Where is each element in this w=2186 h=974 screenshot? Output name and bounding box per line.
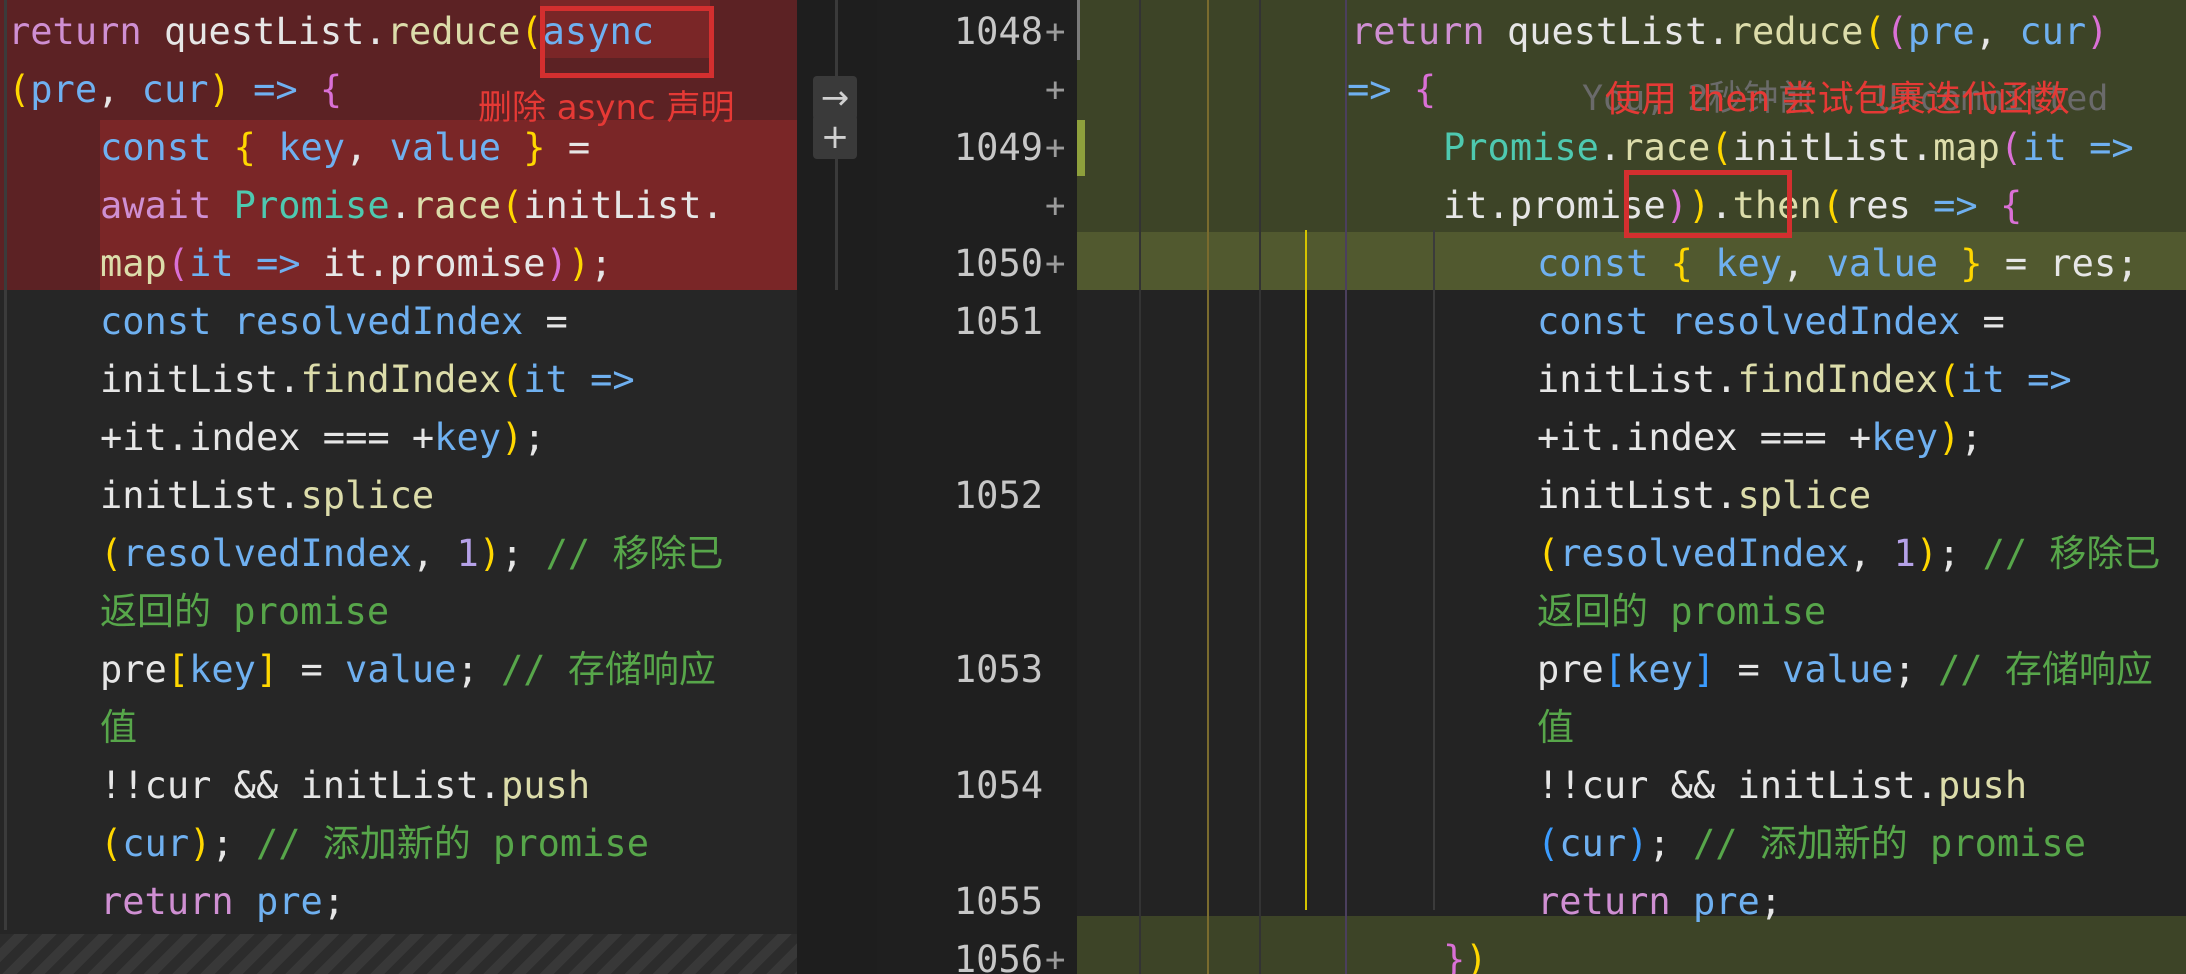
- indent-guide: [4, 0, 7, 930]
- right-code-editor[interactable]: return questList.reduce((pre, cur) => { …: [1077, 0, 2186, 974]
- empty-region-hatch: [0, 934, 797, 974]
- line-number: [877, 177, 1043, 235]
- line-number-gutter: 1048 + +1049 + +1050 +1051 1052 1053 1054 1055 105…: [877, 0, 1077, 974]
- code-line: !!cur && initList.push: [1537, 764, 2028, 807]
- annotation-remove-async: 删除 async 声明: [478, 88, 735, 128]
- code-line: 返回的 promise: [1537, 590, 1827, 633]
- added-line-marker: [1045, 467, 1075, 525]
- indent-guide-active: [1305, 230, 1307, 910]
- added-line-marker: [1045, 525, 1075, 583]
- added-line-marker: +: [1045, 12, 1066, 52]
- indent-guide: [1139, 0, 1141, 974]
- indent-guide: [1345, 0, 1347, 974]
- added-line-marker: [1045, 815, 1075, 873]
- line-number: [877, 583, 1043, 641]
- line-number: [877, 61, 1043, 119]
- code-line: initList.findIndex(it =>: [100, 358, 635, 401]
- insert-plus-icon[interactable]: +: [813, 115, 857, 159]
- highlight-box-async: [540, 6, 714, 78]
- code-line: (resolvedIndex, 1); // 移除已: [100, 532, 724, 575]
- added-line-marker: [1045, 351, 1075, 409]
- added-line-marker: [1045, 873, 1075, 931]
- line-number: [877, 525, 1043, 583]
- line-number: [877, 351, 1043, 409]
- code-line: Promise.race(initList.map(it =>: [1443, 126, 2134, 169]
- added-line-marker: +: [1045, 940, 1066, 974]
- indent-guide: [1259, 0, 1261, 974]
- code-line: pre[key] = value; // 存储响应: [100, 648, 716, 691]
- code-line: map(it => it.promise));: [100, 242, 613, 285]
- line-number: 1051: [953, 300, 1043, 343]
- code-line: const resolvedIndex =: [1537, 300, 2005, 343]
- added-line-marker: [1045, 757, 1075, 815]
- code-line: initList.findIndex(it =>: [1537, 358, 2072, 401]
- apply-change-arrow-icon[interactable]: →: [813, 76, 857, 120]
- line-number: 1055: [953, 880, 1043, 923]
- added-line-marker: [1045, 293, 1075, 351]
- code-line: +it.index === +key);: [100, 416, 546, 459]
- code-line: const resolvedIndex =: [100, 300, 568, 343]
- code-line: return pre;: [100, 880, 346, 923]
- added-line-marker: [1045, 409, 1075, 467]
- code-line: }): [1443, 938, 1488, 974]
- added-line-marker: +: [1045, 186, 1066, 226]
- cursor-marker: [1077, 0, 1080, 60]
- added-line-marker: +: [1045, 244, 1066, 284]
- added-line-marker: [1045, 641, 1075, 699]
- annotation-use-then: 使用 then 尝试包裹迭代函数: [1605, 79, 2070, 120]
- code-line: +it.index === +key);: [1537, 416, 1983, 459]
- left-diff-pane[interactable]: return questList.reduce(async (pre, cur)…: [0, 0, 797, 974]
- code-line: !!cur && initList.push: [100, 764, 591, 807]
- line-number: [877, 409, 1043, 467]
- line-number: 1053: [953, 648, 1043, 691]
- line-number: 1054: [953, 764, 1043, 807]
- code-line: await Promise.race(initList.: [100, 184, 724, 227]
- right-diff-pane[interactable]: 1048 + +1049 + +1050 +1051 1052 1053 1054 1055 105…: [877, 0, 2186, 974]
- code-line: return questList.reduce((pre, cur): [1351, 10, 2109, 53]
- code-line: initList.splice: [100, 474, 435, 517]
- line-number: 1056: [953, 938, 1043, 974]
- highlight-box-then: [1624, 170, 1792, 238]
- code-line: (cur); // 添加新的 promise: [1537, 822, 2086, 865]
- line-number: [877, 815, 1043, 873]
- code-line: 值: [100, 706, 137, 749]
- indent-guide: [1433, 230, 1435, 910]
- code-line: 返回的 promise: [100, 590, 390, 633]
- code-line: initList.splice: [1537, 474, 1872, 517]
- change-marker: [1077, 120, 1085, 176]
- line-number: 1049: [953, 126, 1043, 169]
- line-number: 1052: [953, 474, 1043, 517]
- code-line: return pre;: [1537, 880, 1783, 923]
- line-number: [877, 699, 1043, 757]
- line-number: 1048: [953, 10, 1043, 53]
- indent-guide: [1207, 0, 1209, 974]
- added-line-marker: [1045, 583, 1075, 641]
- added-line-marker: +: [1045, 70, 1066, 110]
- code-line: (resolvedIndex, 1); // 移除已: [1537, 532, 2161, 575]
- code-line: pre[key] = value; // 存储响应: [1537, 648, 2153, 691]
- code-line: const { key, value } = res;: [1537, 242, 2139, 285]
- line-number: 1050: [953, 242, 1043, 285]
- code-line: (cur); // 添加新的 promise: [100, 822, 649, 865]
- code-line: 值: [1537, 706, 1574, 749]
- added-line-marker: [1045, 699, 1075, 757]
- code-line: it.promise)).then(res => {: [1443, 184, 2023, 227]
- added-line-marker: +: [1045, 128, 1066, 168]
